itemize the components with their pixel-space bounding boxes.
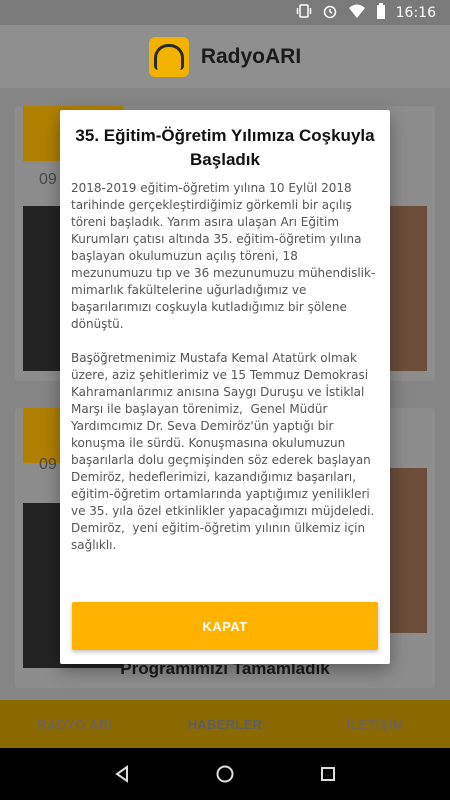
- back-icon[interactable]: [110, 762, 134, 786]
- status-bar: 16:16: [0, 0, 450, 25]
- nav-radyo-ari[interactable]: RADYO ARI: [0, 717, 150, 732]
- dialog-body-text: 2018-2019 eğitim-öğretim yılına 10 Eylül…: [71, 181, 376, 552]
- system-navigation: [0, 748, 450, 800]
- battery-icon: [376, 3, 386, 22]
- nav-iletisim[interactable]: İLETİŞİM: [300, 717, 450, 732]
- alarm-icon: [322, 3, 338, 22]
- headphones-icon: [153, 43, 184, 70]
- bottom-navigation: RADYO ARI HABERLER İLETİŞİM: [0, 700, 450, 748]
- status-time: 16:16: [395, 4, 436, 21]
- app-title: RadyoARI: [200, 44, 302, 68]
- recents-icon[interactable]: [316, 762, 340, 786]
- app-bar: RadyoARI: [0, 25, 450, 88]
- dialog-scroll-area[interactable]: 2018-2019 eğitim-öğretim yılına 10 Eylül…: [60, 180, 390, 600]
- app-logo: [148, 36, 189, 77]
- dialog-title: 35. Eğitim-Öğretim Yılımıza Coşkuyla Baş…: [75, 126, 375, 169]
- news-card-date: 09: [39, 171, 57, 188]
- wifi-icon: [348, 3, 366, 22]
- nav-haberler[interactable]: HABERLER: [150, 717, 300, 732]
- vibrate-icon: [296, 3, 312, 22]
- news-dialog: 35. Eğitim-Öğretim Yılımıza Coşkuyla Baş…: [60, 110, 390, 664]
- close-button[interactable]: KAPAT: [72, 602, 378, 650]
- home-icon[interactable]: [213, 762, 237, 786]
- news-card-date: 09: [39, 456, 57, 473]
